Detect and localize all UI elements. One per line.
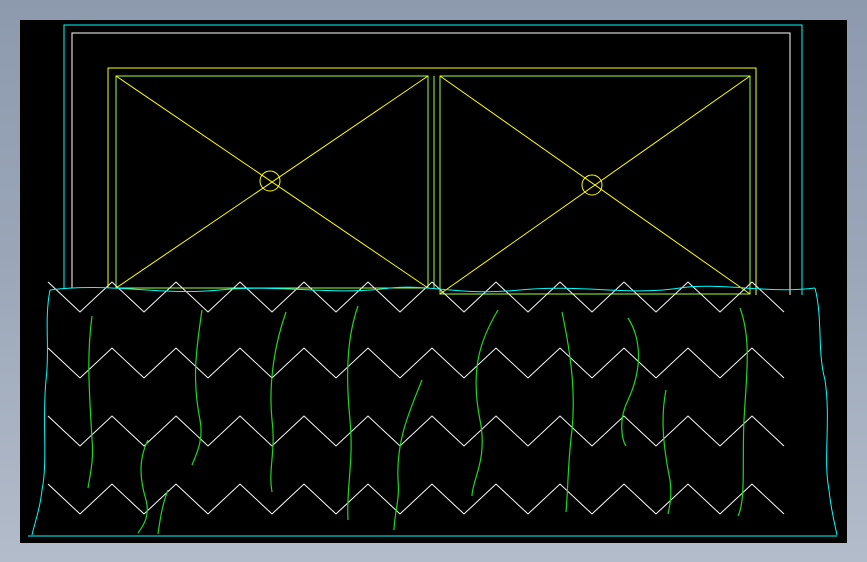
bed-elevation-drawing [20, 20, 847, 543]
cad-drawing-viewport[interactable] [20, 20, 847, 543]
